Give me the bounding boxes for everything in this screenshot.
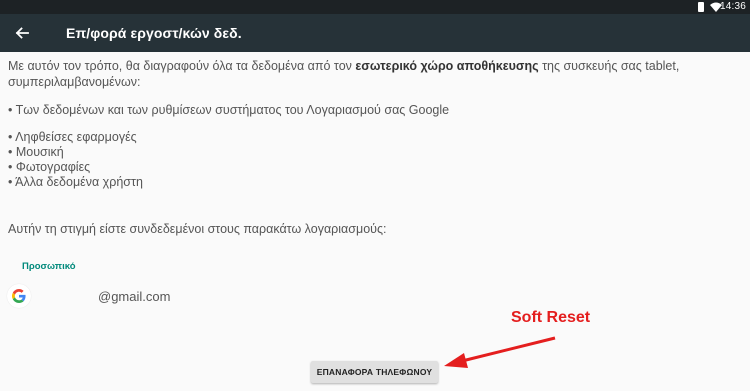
accounts-intro: Αυτήν τη στιγμή είστε συνδεδεμένοι στους…: [8, 222, 387, 236]
account-type-label: Προσωπικό: [22, 261, 76, 272]
account-email: @gmail.com: [98, 289, 171, 304]
intro-prefix: Με αυτόν τον τρόπο, θα διαγραφούν όλα τα…: [8, 59, 356, 73]
intro-bold: εσωτερικό χώρο αποθήκευσης: [355, 59, 539, 73]
intro-suffix: της συσκευής σας tablet,: [538, 59, 680, 73]
annotation-label: Soft Reset: [511, 309, 591, 326]
intro-paragraph: Με αυτόν τον τρόπο, θα διαγραφούν όλα τα…: [8, 58, 736, 90]
bullet-list: • Ληφθείσες εφαρμογές • Μουσική • Φωτογρ…: [8, 130, 143, 190]
bullet-account-data: • Των δεδομένων και των ρυθμίσεων συστήμ…: [8, 103, 450, 117]
list-item: • Άλλα δεδομένα χρήστη: [8, 175, 143, 189]
google-icon: [7, 284, 31, 308]
status-bar: 14:36: [0, 0, 750, 14]
reset-phone-button[interactable]: ΕΠΑΝΑΦΟΡΑ ΤΗΛΕΦΩΝΟΥ: [311, 361, 438, 383]
battery-icon: [698, 2, 704, 12]
annotation-arrow: [444, 336, 556, 368]
list-item: • Ληφθείσες εφαρμογές: [8, 130, 137, 144]
status-time: 14:36: [719, 1, 746, 12]
page-title: Επ/φορά εργοστ/κών δεδ.: [66, 25, 242, 41]
app-bar: Επ/φορά εργοστ/κών δεδ.: [0, 14, 750, 52]
list-item: • Μουσική: [8, 145, 64, 159]
intro-line2: συμπεριλαμβανομένων:: [8, 75, 141, 89]
list-item: • Φωτογραφίες: [8, 160, 91, 174]
arrow-back-icon[interactable]: [12, 23, 32, 43]
